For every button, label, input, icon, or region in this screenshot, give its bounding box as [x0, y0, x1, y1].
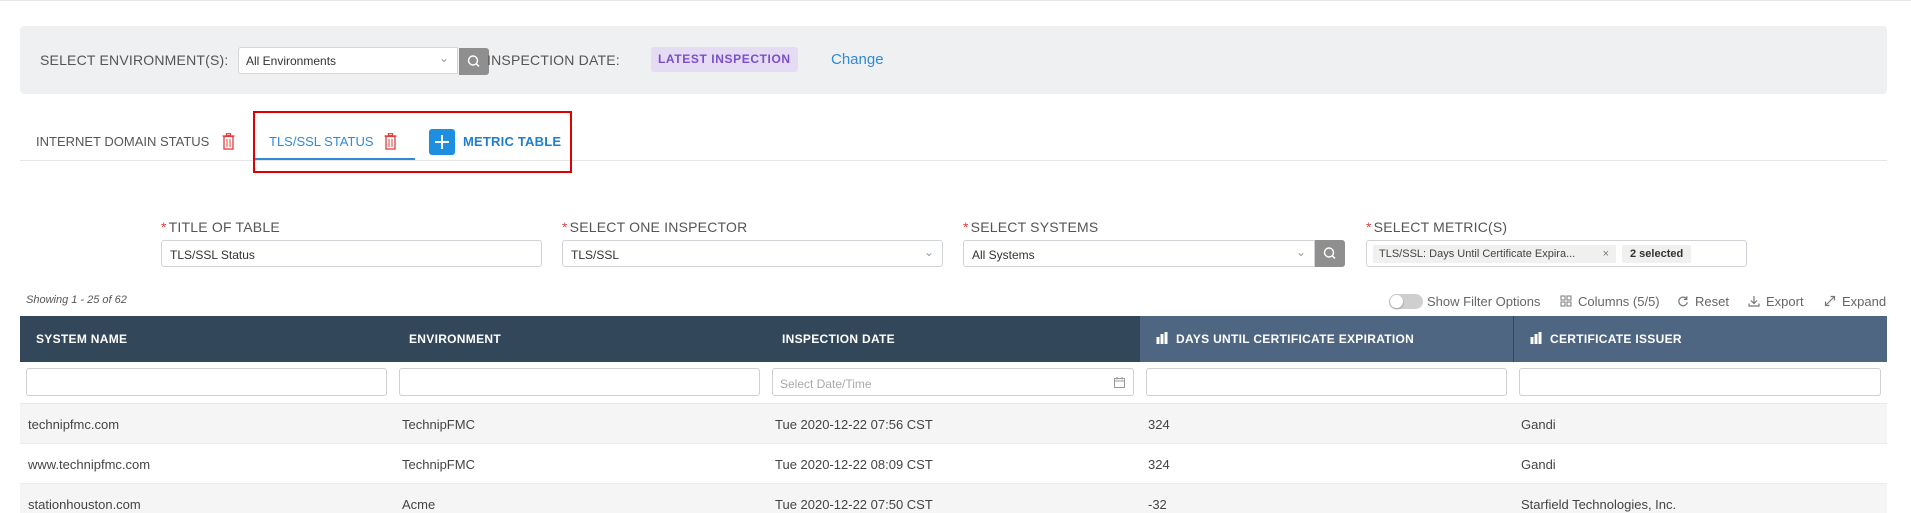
expand-label: Expand [1842, 294, 1887, 309]
show-filter-toggle[interactable] [1389, 294, 1423, 309]
table-row[interactable]: www.technipfmc.com TechnipFMC Tue 2020-1… [20, 444, 1887, 484]
systems-label: * SELECT SYSTEMS [963, 219, 1098, 235]
cell-inspection-date: Tue 2020-12-22 07:50 CST [775, 497, 933, 512]
cell-certificate-issuer: Gandi [1521, 417, 1556, 432]
filter-bar: SELECT ENVIRONMENT(S): All Environments … [20, 26, 1887, 94]
table-row[interactable]: stationhouston.com Acme Tue 2020-12-22 0… [20, 484, 1887, 513]
inspector-select[interactable]: TLS/SSL ⌄ [562, 240, 943, 267]
cell-certificate-issuer: Starfield Technologies, Inc. [1521, 497, 1677, 512]
columns-button[interactable]: Columns (5/5) [1560, 294, 1660, 309]
date-filter-placeholder: Select Date/Time [780, 377, 872, 391]
expand-icon [1824, 295, 1836, 307]
showing-count: Showing 1 - 25 of 62 [26, 294, 127, 306]
cell-environment: Acme [402, 497, 436, 512]
filter-input-system-name[interactable] [26, 368, 387, 396]
reset-button[interactable]: Reset [1677, 294, 1729, 309]
inspector-value: TLS/SSL [571, 248, 620, 262]
export-button[interactable]: Export [1748, 294, 1804, 309]
title-field-label: * TITLE OF TABLE [161, 219, 280, 235]
column-header-system-name[interactable]: SYSTEM NAME [20, 316, 393, 362]
table-header: SYSTEM NAME ENVIRONMENT INSPECTION DATE … [20, 316, 1887, 362]
title-field-label-text: TITLE OF TABLE [168, 219, 280, 235]
export-label: Export [1766, 294, 1804, 309]
environment-select[interactable]: All Environments ⌄ [238, 47, 489, 75]
required-marker: * [963, 219, 969, 235]
column-filter-row: Select Date/Time [20, 362, 1887, 404]
change-link[interactable]: Change [831, 51, 884, 68]
chevron-down-icon: ⌄ [923, 245, 934, 259]
cell-system-name: www.technipfmc.com [28, 457, 151, 472]
columns-label: Columns (5/5) [1578, 294, 1660, 309]
delete-tab-internet-domain-button[interactable] [222, 133, 235, 150]
show-filter-label[interactable]: Show Filter Options [1427, 294, 1540, 309]
environment-value: All Environments [246, 54, 337, 68]
highlight-box [253, 111, 572, 173]
expand-button[interactable]: Expand [1824, 294, 1886, 309]
environment-label: SELECT ENVIRONMENT(S): [40, 52, 229, 68]
environment-search-button[interactable] [459, 48, 489, 75]
column-header-environment[interactable]: ENVIRONMENT [393, 316, 766, 362]
inspector-label: * SELECT ONE INSPECTOR [562, 219, 747, 235]
cell-days-until-expiration: -32 [1148, 497, 1167, 512]
cell-system-name: stationhouston.com [28, 497, 141, 512]
trash-icon [222, 133, 235, 150]
metrics-label-text: SELECT METRIC(S) [1373, 219, 1508, 235]
reset-label: Reset [1695, 294, 1729, 309]
filter-input-certificate-issuer[interactable] [1519, 368, 1881, 396]
systems-select[interactable]: All Systems ⌄ [963, 240, 1315, 267]
reset-icon [1678, 296, 1688, 307]
search-icon [1323, 247, 1336, 260]
title-field-value: TLS/SSL Status [170, 248, 255, 262]
column-header-days-until-expiration[interactable]: DAYS UNTIL CERTIFICATE EXPIRATION [1140, 316, 1513, 362]
column-header-issuer-label: CERTIFICATE ISSUER [1550, 332, 1682, 346]
cell-inspection-date: Tue 2020-12-22 08:09 CST [775, 457, 933, 472]
cell-environment: TechnipFMC [402, 417, 475, 432]
chevron-down-icon: ⌄ [1295, 245, 1306, 259]
column-header-inspection-date[interactable]: INSPECTION DATE [766, 316, 1139, 362]
toggle-knob [1390, 295, 1403, 308]
tab-internet-domain-status[interactable]: INTERNET DOMAIN STATUS [36, 134, 209, 149]
filter-input-days-until-expiration[interactable] [1146, 368, 1507, 396]
calendar-icon [1114, 377, 1125, 388]
chevron-down-icon: ⌄ [438, 51, 449, 65]
systems-value: All Systems [972, 248, 1035, 262]
cell-inspection-date: Tue 2020-12-22 07:56 CST [775, 417, 933, 432]
table-row[interactable]: technipfmc.com TechnipFMC Tue 2020-12-22… [20, 404, 1887, 444]
metric-chart-icon [1156, 332, 1168, 344]
inspector-label-text: SELECT ONE INSPECTOR [569, 219, 748, 235]
cell-certificate-issuer: Gandi [1521, 457, 1556, 472]
columns-icon [1560, 295, 1572, 307]
required-marker: * [562, 219, 568, 235]
systems-label-text: SELECT SYSTEMS [970, 219, 1099, 235]
search-icon [467, 55, 480, 68]
metrics-label: * SELECT METRIC(S) [1366, 219, 1507, 235]
required-marker: * [1366, 219, 1372, 235]
cell-environment: TechnipFMC [402, 457, 475, 472]
metrics-count: 2 selected [1622, 245, 1692, 263]
metric-tag-label: TLS/SSL: Days Until Certificate Expira..… [1379, 248, 1576, 260]
inspection-date-label: INSPECTION DATE: [487, 52, 620, 68]
title-field[interactable]: TLS/SSL Status [161, 240, 542, 267]
metric-chart-icon [1530, 332, 1542, 344]
systems-search-button[interactable] [1315, 240, 1345, 267]
cell-days-until-expiration: 324 [1148, 457, 1170, 472]
required-marker: * [161, 219, 167, 235]
column-header-days-label: DAYS UNTIL CERTIFICATE EXPIRATION [1176, 332, 1415, 346]
metrics-select[interactable]: TLS/SSL: Days Until Certificate Expira..… [1366, 240, 1747, 267]
column-header-certificate-issuer[interactable]: CERTIFICATE ISSUER [1514, 316, 1887, 362]
inspection-badge: LATEST INSPECTION [651, 47, 798, 72]
remove-tag-icon[interactable]: × [1603, 245, 1609, 263]
cell-system-name: technipfmc.com [28, 417, 120, 432]
filter-input-environment[interactable] [399, 368, 760, 396]
filter-input-inspection-date[interactable]: Select Date/Time [772, 368, 1134, 396]
metric-tag: TLS/SSL: Days Until Certificate Expira..… [1373, 245, 1616, 263]
cell-days-until-expiration: 324 [1148, 417, 1170, 432]
top-divider [0, 0, 1911, 1]
download-icon [1748, 296, 1760, 307]
